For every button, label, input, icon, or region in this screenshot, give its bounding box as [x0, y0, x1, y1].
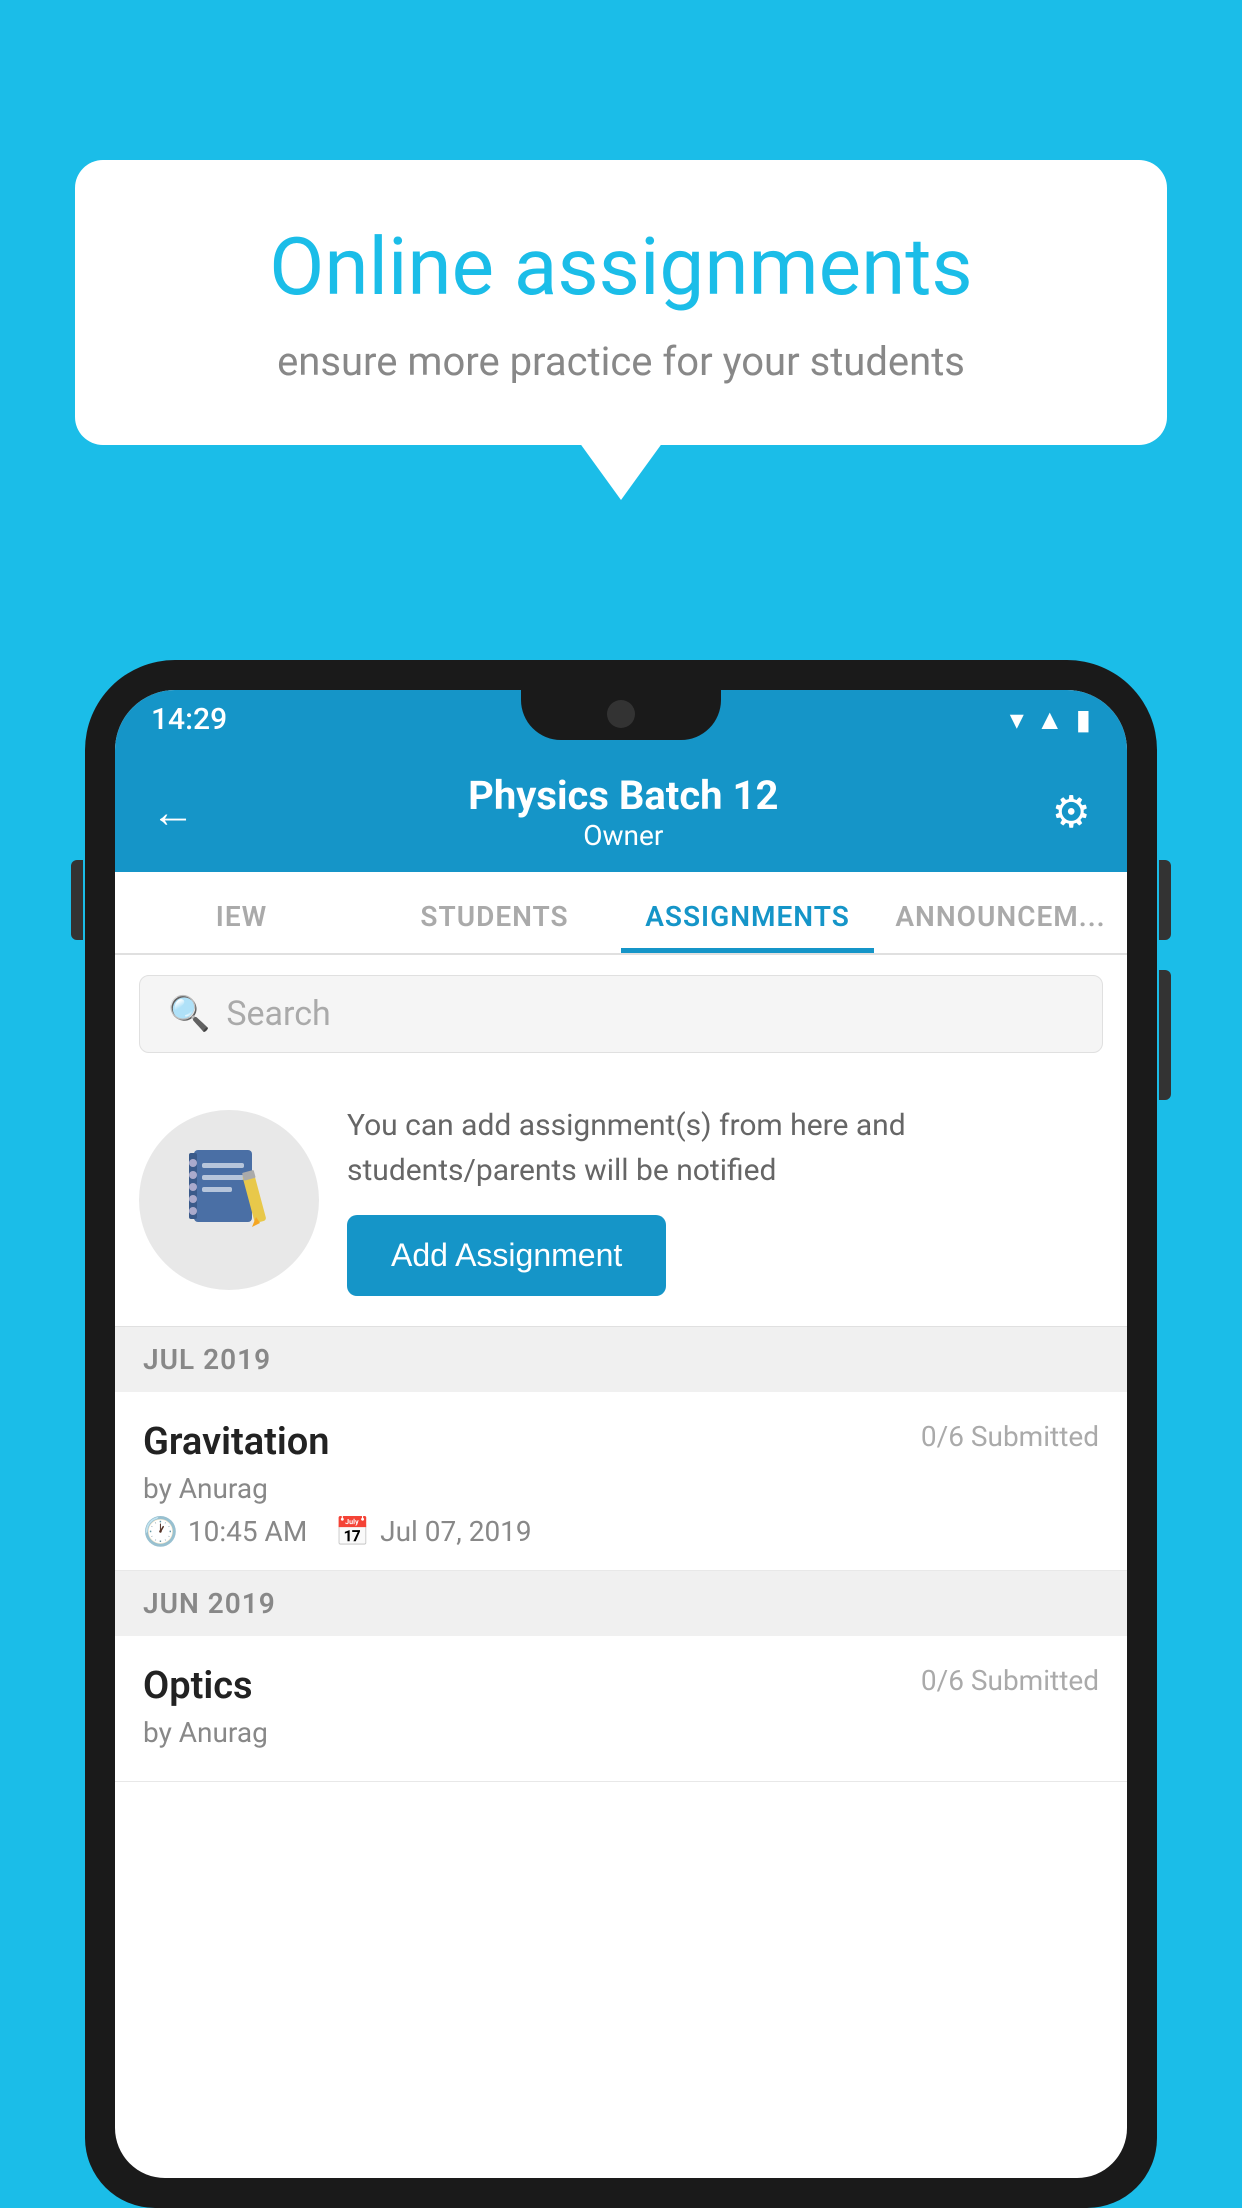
assignment-promo: You can add assignment(s) from here and … — [115, 1073, 1127, 1327]
phone-outer: 14:29 ▾ ▲ ▮ ← Physics Batch 12 Owner ⚙ — [85, 660, 1157, 2208]
promo-text: You can add assignment(s) from here and … — [347, 1103, 1103, 1193]
search-bar[interactable]: 🔍 Search — [139, 975, 1103, 1053]
phone-volume-button — [71, 860, 83, 940]
calendar-icon: 📅 — [335, 1515, 370, 1548]
phone-notch — [521, 690, 721, 740]
assignment-name: Gravitation — [143, 1420, 330, 1464]
clock-icon: 🕐 — [143, 1515, 178, 1548]
assignment-author: by Anurag — [143, 1472, 1099, 1505]
speech-bubble: Online assignments ensure more practice … — [75, 160, 1167, 445]
assignment-item-optics[interactable]: Optics 0/6 Submitted by Anurag — [115, 1636, 1127, 1782]
phone-power-button — [1159, 860, 1171, 940]
tabs-bar: IEW STUDENTS ASSIGNMENTS ANNOUNCEM... — [115, 872, 1127, 955]
assignment-row-top: Gravitation 0/6 Submitted — [143, 1420, 1099, 1464]
status-icons: ▾ ▲ ▮ — [1010, 703, 1091, 736]
assignment-submitted: 0/6 Submitted — [921, 1420, 1099, 1453]
meta-date: 📅 Jul 07, 2019 — [335, 1515, 531, 1548]
meta-time: 🕐 10:45 AM — [143, 1515, 307, 1548]
tab-students[interactable]: STUDENTS — [368, 872, 621, 953]
header-center: Physics Batch 12 Owner — [468, 772, 778, 852]
assignment-meta: 🕐 10:45 AM 📅 Jul 07, 2019 — [143, 1515, 1099, 1548]
header-title: Physics Batch 12 — [468, 772, 778, 819]
speech-bubble-title: Online assignments — [145, 220, 1097, 314]
notebook-icon — [184, 1145, 274, 1255]
assignment-item-gravitation[interactable]: Gravitation 0/6 Submitted by Anurag 🕐 10… — [115, 1392, 1127, 1571]
search-placeholder: Search — [226, 994, 330, 1034]
tab-announcements[interactable]: ANNOUNCEM... — [874, 872, 1127, 953]
assignment-date: Jul 07, 2019 — [380, 1515, 532, 1548]
month-section-jun: JUN 2019 — [115, 1571, 1127, 1636]
tab-assignments[interactable]: ASSIGNMENTS — [621, 872, 874, 953]
promo-content: You can add assignment(s) from here and … — [347, 1103, 1103, 1296]
phone-volume-right-button — [1159, 970, 1171, 1100]
assignment-author-optics: by Anurag — [143, 1716, 1099, 1749]
signal-icon: ▲ — [1036, 703, 1064, 736]
assignment-row-top-optics: Optics 0/6 Submitted — [143, 1664, 1099, 1708]
settings-icon[interactable]: ⚙ — [1052, 786, 1091, 838]
month-label-jul: JUL 2019 — [143, 1343, 271, 1376]
phone-screen: 14:29 ▾ ▲ ▮ ← Physics Batch 12 Owner ⚙ — [115, 690, 1127, 2178]
battery-icon: ▮ — [1076, 703, 1091, 736]
speech-bubble-subtitle: ensure more practice for your students — [145, 338, 1097, 385]
assignment-time: 10:45 AM — [188, 1515, 307, 1548]
month-label-jun: JUN 2019 — [143, 1587, 276, 1620]
back-button[interactable]: ← — [151, 786, 195, 838]
month-section-jul: JUL 2019 — [115, 1327, 1127, 1392]
speech-bubble-container: Online assignments ensure more practice … — [75, 160, 1167, 445]
assignment-submitted-optics: 0/6 Submitted — [921, 1664, 1099, 1697]
wifi-icon: ▾ — [1010, 703, 1024, 736]
promo-icon-circle — [139, 1110, 319, 1290]
header-subtitle: Owner — [468, 819, 778, 852]
search-icon: 🔍 — [168, 994, 210, 1034]
app-header: ← Physics Batch 12 Owner ⚙ — [115, 748, 1127, 872]
add-assignment-button[interactable]: Add Assignment — [347, 1215, 666, 1296]
search-container: 🔍 Search — [115, 955, 1127, 1073]
status-time: 14:29 — [151, 702, 227, 737]
phone-mockup: 14:29 ▾ ▲ ▮ ← Physics Batch 12 Owner ⚙ — [85, 660, 1157, 2208]
phone-camera — [607, 700, 635, 728]
tab-iew[interactable]: IEW — [115, 872, 368, 953]
assignment-name-optics: Optics — [143, 1664, 253, 1708]
